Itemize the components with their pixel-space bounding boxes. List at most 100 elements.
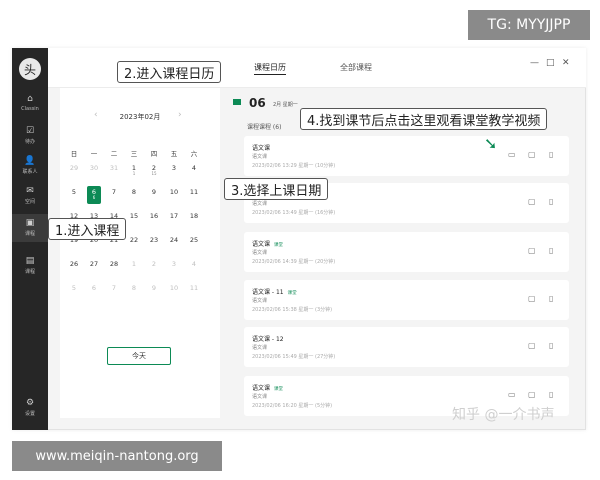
- sidebar-item-contacts[interactable]: 👤 联系人: [12, 156, 48, 175]
- lesson-title-text: 语文课: [252, 241, 271, 248]
- calendar-day[interactable]: 5: [67, 188, 81, 196]
- calendar-day[interactable]: 10: [167, 284, 181, 292]
- calendar-day[interactable]: 9: [147, 284, 161, 292]
- calendar-day[interactable]: 11: [187, 284, 201, 292]
- calendar-day[interactable]: 4: [187, 260, 201, 268]
- chat-icon[interactable]: ▢: [528, 294, 536, 303]
- file-icon[interactable]: ▯: [549, 390, 553, 399]
- calendar-day[interactable]: 18: [187, 212, 201, 220]
- sidebar-item-stats[interactable]: ▤ 课程: [12, 256, 48, 275]
- calendar-day[interactable]: 5: [67, 284, 81, 292]
- tab-course-calendar[interactable]: 课程日历: [254, 62, 286, 75]
- lesson-time: 2023/02/06 14:39 星期一 (20分钟): [252, 259, 336, 265]
- lesson-title-text: 语文课 - 12: [252, 336, 284, 343]
- chat-icon[interactable]: ▢: [528, 390, 536, 399]
- weekday-label: 一: [90, 150, 98, 158]
- calendar-day-number: 5: [71, 188, 77, 196]
- lesson-card[interactable]: 语文课 语文课 2023/02/06 13:29 星期一 (10分钟) ▭ ▢ ▯: [244, 136, 569, 176]
- chevron-right-icon[interactable]: ›: [178, 110, 182, 120]
- lesson-subject: 语文课: [252, 154, 268, 160]
- calendar-day-number: 5: [71, 284, 77, 292]
- calendar-day[interactable]: 28: [107, 260, 121, 268]
- calendar-day[interactable]: 15: [127, 212, 141, 220]
- calendar-day-number: 24: [169, 236, 179, 244]
- calendar-day[interactable]: 29: [67, 164, 81, 172]
- file-icon[interactable]: ▯: [549, 197, 553, 206]
- lesson-title-text: 语文课: [252, 145, 271, 152]
- sidebar: 头 ⌂ Classin ☑ 待办 👤 联系人 ✉ 空间 ▣ 课程 ▤ 课程 ⚙ …: [12, 48, 48, 430]
- callout-enter-calendar: 2.进入课程日历: [117, 61, 222, 83]
- list-day: 06: [249, 96, 266, 110]
- calendar-day[interactable]: 17: [167, 212, 181, 220]
- calendar-day-number: 15: [129, 212, 139, 220]
- calendar-day-number: 3: [171, 164, 177, 172]
- calendar-day-number: 25: [189, 236, 199, 244]
- calendar-day[interactable]: 26: [67, 260, 81, 268]
- calendar-day-number: 9: [151, 284, 157, 292]
- calendar-day[interactable]: 25: [187, 236, 201, 244]
- chat-icon[interactable]: ▢: [528, 341, 536, 350]
- calendar-day[interactable]: 11: [187, 188, 201, 196]
- file-icon[interactable]: ▯: [549, 294, 553, 303]
- calendar-day[interactable]: 23: [147, 236, 161, 244]
- chat-icon[interactable]: ▢: [528, 150, 536, 159]
- calendar-day-number: 11: [189, 284, 199, 292]
- calendar-day-number: 23: [149, 236, 159, 244]
- calendar-day[interactable]: 7: [107, 284, 121, 292]
- chat-icon[interactable]: ▢: [528, 197, 536, 206]
- today-button[interactable]: 今天: [107, 347, 171, 365]
- calendar-day[interactable]: 10: [167, 188, 181, 196]
- file-icon[interactable]: ▯: [549, 341, 553, 350]
- calendar-day-number: 1: [131, 260, 137, 268]
- calendar-day[interactable]: 3: [167, 164, 181, 172]
- calendar-day[interactable]: 6: [87, 284, 101, 292]
- calendar-day-selected[interactable]: 66: [87, 186, 101, 204]
- calendar-day-number: 27: [89, 260, 99, 268]
- calendar-day[interactable]: 16: [147, 212, 161, 220]
- lesson-time: 2023/02/06 15:38 星期一 (3分钟): [252, 307, 333, 313]
- calendar-day[interactable]: 1: [127, 260, 141, 268]
- calendar-day[interactable]: 27: [87, 260, 101, 268]
- file-icon[interactable]: ▯: [549, 150, 553, 159]
- calendar-day-number: 10: [169, 284, 179, 292]
- list-count: 课程课程 (6): [247, 124, 282, 131]
- calendar-day[interactable]: 3: [167, 260, 181, 268]
- calendar-day[interactable]: 22: [127, 236, 141, 244]
- lesson-card[interactable]: 语文课 课堂 语文课 2023/02/06 14:39 星期一 (20分钟) ▢ ▯: [244, 232, 569, 272]
- chat-icon[interactable]: ▢: [528, 246, 536, 255]
- lesson-card[interactable]: 语文课 - 12 语文课 2023/02/06 15:49 星期一 (27分钟) ▢ ▯: [244, 327, 569, 367]
- video-icon[interactable]: ▭: [508, 150, 516, 159]
- calendar-day[interactable]: 2: [147, 260, 161, 268]
- calendar-day-number: 3: [171, 260, 177, 268]
- calendar-month-title: 2023年02月: [119, 113, 161, 121]
- calendar-day-number: 2: [151, 260, 157, 268]
- avatar[interactable]: 头: [19, 58, 41, 80]
- sidebar-item-home[interactable]: ⌂ Classin: [12, 94, 48, 112]
- file-icon[interactable]: ▯: [549, 246, 553, 255]
- calendar-day-number: 26: [69, 260, 79, 268]
- watermark-zhihu: 知乎 @一介书声: [452, 407, 555, 423]
- calendar-day[interactable]: 8: [127, 188, 141, 196]
- list-weekday: 2月 星期一: [273, 102, 298, 108]
- sidebar-item-inbox[interactable]: ✉ 空间: [12, 186, 48, 205]
- calendar-day[interactable]: 31: [107, 164, 121, 172]
- calendar-day[interactable]: 9: [147, 188, 161, 196]
- calendar-day[interactable]: 8: [127, 284, 141, 292]
- calendar-panel: ‹ 2023年02月 › 日一二三四五六 29 30 31 1 1 2 15 3 4 5 6 6 7 8 9 1…: [60, 88, 220, 418]
- calendar-day[interactable]: 7: [107, 188, 121, 196]
- sidebar-item-label: 空间: [24, 199, 35, 205]
- close-button[interactable]: ✕: [562, 58, 570, 68]
- calendar-day[interactable]: 24: [167, 236, 181, 244]
- maximize-button[interactable]: □: [546, 58, 555, 68]
- video-icon[interactable]: ▭: [508, 390, 516, 399]
- calendar-day[interactable]: 2 15: [147, 164, 161, 176]
- tab-all-courses[interactable]: 全部课程: [340, 62, 372, 73]
- calendar-day[interactable]: 30: [87, 164, 101, 172]
- sidebar-item-settings[interactable]: ⚙ 设置: [12, 398, 48, 417]
- sidebar-item-task[interactable]: ☑ 待办: [12, 126, 48, 145]
- sidebar-item-course[interactable]: ▣ 课程: [12, 214, 48, 242]
- lesson-card[interactable]: 语文课 - 11 课堂 语文课 2023/02/06 15:38 星期一 (3分钟) ▢…: [244, 280, 569, 320]
- minimize-button[interactable]: —: [530, 58, 539, 68]
- calendar-day[interactable]: 11: [127, 164, 141, 176]
- calendar-day[interactable]: 4: [187, 164, 201, 172]
